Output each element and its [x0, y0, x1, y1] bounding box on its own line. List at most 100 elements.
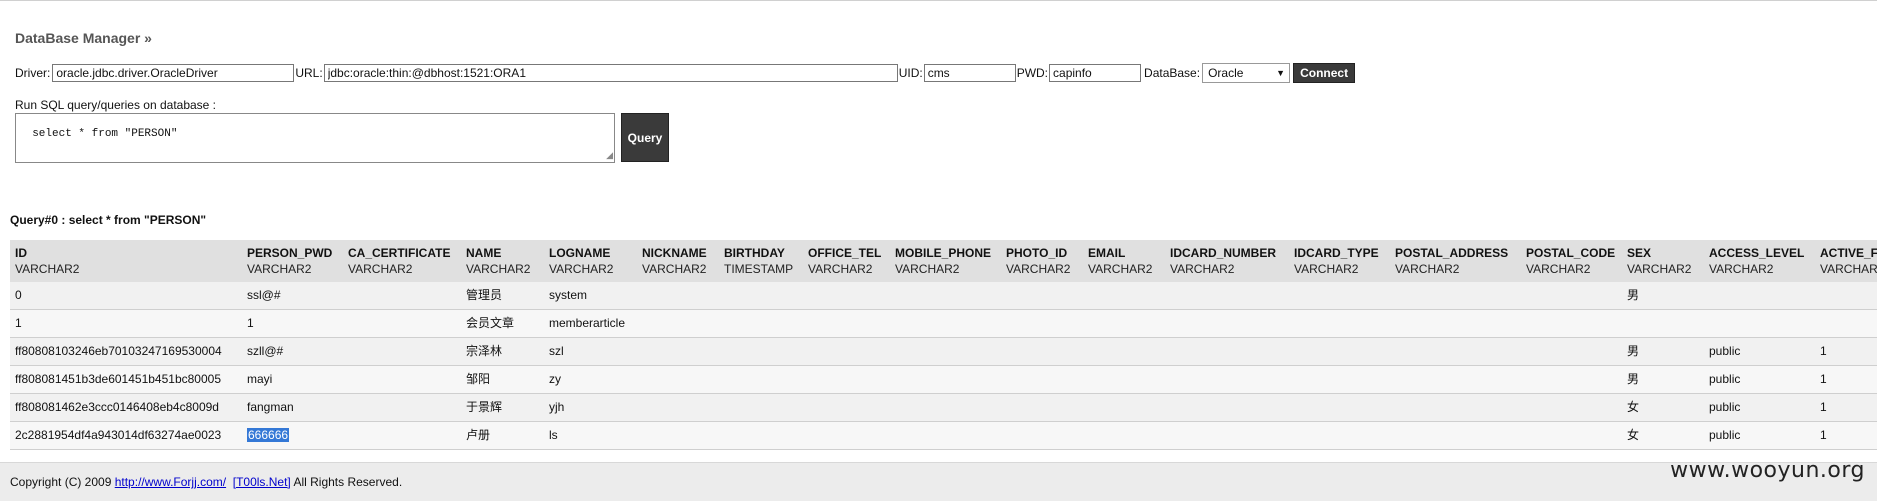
uid-input[interactable]	[923, 64, 1016, 82]
table-cell: 男	[1627, 366, 1639, 393]
cell-value: szl	[549, 344, 564, 358]
column-header: ACCESS_LEVEL VARCHAR2	[1709, 245, 1804, 277]
column-header: EMAIL VARCHAR2	[1088, 245, 1152, 277]
database-select[interactable]: Oracle ▼	[1202, 63, 1291, 83]
column-name: IDCARD_NUMBER	[1170, 246, 1277, 260]
tools-link[interactable]: [T00ls.Net]	[233, 475, 291, 489]
column-name: PERSON_PWD	[247, 246, 333, 260]
table-cell: 1	[15, 310, 22, 337]
connect-button[interactable]: Connect	[1293, 63, 1356, 83]
sql-textarea[interactable]: select * from "PERSON" ◢	[15, 113, 615, 163]
column-type: VARCHAR2	[1526, 262, 1591, 276]
table-cell: 1	[1820, 394, 1827, 421]
copyright-prefix: Copyright (C) 2009	[10, 475, 115, 489]
resize-handle-icon[interactable]: ◢	[606, 152, 613, 161]
table-cell: zy	[549, 366, 561, 393]
column-type: VARCHAR2	[1088, 262, 1153, 276]
column-name: NICKNAME	[642, 246, 707, 260]
column-type: VARCHAR2	[466, 262, 531, 276]
cell-value: 1	[15, 316, 22, 330]
driver-input[interactable]	[52, 64, 295, 82]
column-header: LOGNAME VARCHAR2	[549, 245, 613, 277]
cell-value: 女	[1627, 428, 1640, 442]
cell-value: ssl@#	[247, 288, 281, 302]
column-name: SEX	[1627, 246, 1652, 260]
sql-text: select * from "PERSON"	[32, 128, 178, 140]
column-type: VARCHAR2	[808, 262, 873, 276]
column-name: ACCESS_LEVEL	[1709, 246, 1805, 260]
cell-value: 1	[1820, 400, 1827, 414]
column-header: OFFICE_TEL VARCHAR2	[808, 245, 881, 277]
table-cell: 卢册	[466, 422, 490, 449]
pwd-label: PWD:	[1016, 66, 1049, 80]
column-name: EMAIL	[1088, 246, 1126, 260]
cell-value: memberarticle	[549, 316, 626, 330]
table-cell: ff808081462e3ccc0146408eb4c8009d	[15, 394, 219, 421]
result-heading: Query#0 : select * from "PERSON"	[10, 213, 207, 227]
table-cell: public	[1709, 366, 1740, 393]
cell-value: 会员文章	[466, 316, 515, 330]
cell-value: fangman	[247, 400, 294, 414]
cell-value: ff808081451b3de601451b451bc80005	[15, 372, 221, 386]
column-name: PHOTO_ID	[1006, 246, 1068, 260]
column-type: VARCHAR2	[1820, 262, 1877, 276]
cell-value: 2c2881954df4a943014df63274ae0023	[15, 428, 222, 442]
column-type: VARCHAR2	[642, 262, 707, 276]
column-name: ACTIVE_F	[1820, 246, 1877, 260]
cell-value: 男	[1627, 344, 1640, 358]
table-cell: 于景辉	[466, 394, 502, 421]
column-type: VARCHAR2	[1170, 262, 1235, 276]
cell-value: szll@#	[247, 344, 284, 358]
cell-value: 1	[1820, 372, 1827, 386]
column-header: MOBILE_PHONE VARCHAR2	[895, 245, 991, 277]
pwd-input[interactable]	[1049, 64, 1142, 82]
table-cell: 1	[1820, 338, 1827, 365]
column-type: VARCHAR2	[895, 262, 960, 276]
column-name: CA_CERTIFICATE	[348, 246, 451, 260]
table-row: ff808081462e3ccc0146408eb4c8009d fangman 于…	[10, 394, 1877, 422]
cell-value: mayi	[247, 372, 273, 386]
column-type: TIMESTAMP	[724, 262, 794, 276]
url-label: URL:	[295, 66, 323, 80]
cell-value: public	[1709, 344, 1741, 358]
table-cell: ls	[549, 422, 558, 449]
cell-value: 管理员	[466, 288, 503, 302]
copyright-suffix: All Rights Reserved.	[290, 475, 403, 489]
table-cell: 2c2881954df4a943014df63274ae0023	[15, 422, 221, 449]
cell-value: 卢册	[466, 428, 491, 442]
table-row: 1 1 会员文章 memberarticle	[10, 310, 1877, 338]
table-row: 0 ssl@# 管理员 system 男	[10, 282, 1877, 310]
watermark: www.wooyun.org	[1670, 458, 1865, 483]
column-header: ACTIVE_F VARCHAR2	[1820, 245, 1877, 277]
table-cell: szl	[549, 338, 564, 365]
cell-value: public	[1709, 400, 1741, 414]
table-cell: 女	[1627, 422, 1639, 449]
column-name: POSTAL_CODE	[1526, 246, 1616, 260]
cell-value: zy	[549, 372, 561, 386]
table-cell: public	[1709, 394, 1740, 421]
table-cell: 男	[1627, 338, 1639, 365]
table-row: ff80808103246eb70103247169530004 szll@# 宗泽…	[10, 338, 1877, 366]
top-divider	[0, 0, 1877, 1]
column-header: ID VARCHAR2	[15, 245, 79, 277]
table-cell: system	[549, 282, 587, 309]
database-select-value: Oracle	[1208, 66, 1244, 80]
column-header: PERSON_PWD VARCHAR2	[247, 245, 332, 277]
column-header: IDCARD_NUMBER VARCHAR2	[1170, 245, 1276, 277]
table-cell: 男	[1627, 282, 1639, 309]
driver-label: Driver:	[15, 66, 51, 80]
url-input[interactable]	[323, 64, 898, 82]
connection-bar: Driver: URL: UID: PWD: DataBase: Oracle …	[15, 62, 1356, 84]
column-name: BIRTHDAY	[724, 246, 785, 260]
column-type: VARCHAR2	[15, 262, 80, 276]
forjj-link[interactable]: http://www.Forjj.com/	[115, 475, 226, 489]
column-type: VARCHAR2	[348, 262, 413, 276]
table-cell: public	[1709, 422, 1740, 449]
query-button[interactable]: Query	[621, 113, 669, 162]
database-label: DataBase:	[1144, 66, 1201, 80]
uid-label: UID:	[898, 66, 923, 80]
table-cell: 女	[1627, 394, 1639, 421]
cell-value: yjh	[549, 400, 565, 414]
table-cell: 1	[247, 310, 254, 337]
column-type: VARCHAR2	[549, 262, 614, 276]
